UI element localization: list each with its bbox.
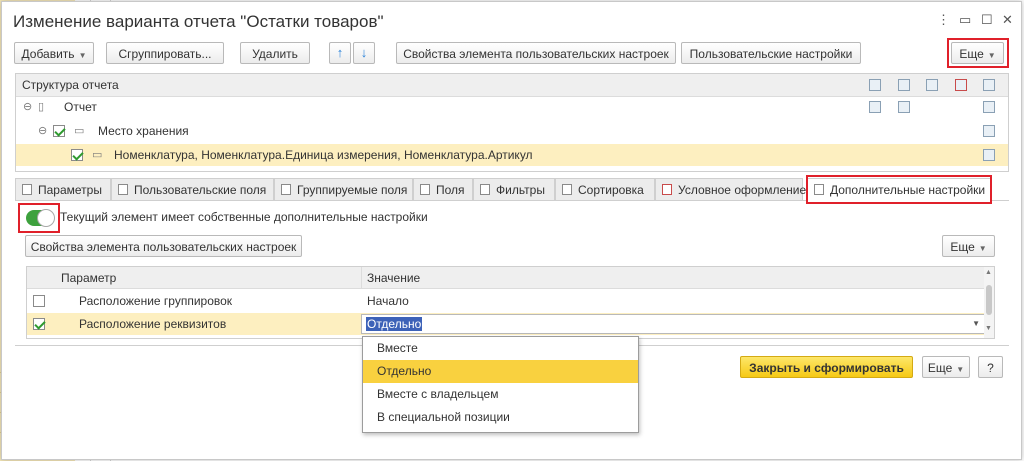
structure-panel: Структура отчета ⊖ ▯ Отчет ⊖ ▭ Место хра… <box>15 73 1009 172</box>
settings-icon <box>983 125 995 137</box>
user-fields-icon <box>118 184 128 195</box>
tree-row-label: Место хранения <box>98 124 189 138</box>
dropdown-option[interactable]: В специальной позиции <box>363 406 638 429</box>
tab-parameters[interactable]: Параметры <box>15 178 111 200</box>
highlight-frame <box>806 175 992 204</box>
grouping-icon: ▭ <box>74 125 85 137</box>
filter-icon <box>480 184 490 195</box>
structure-header: Структура отчета <box>16 74 1008 97</box>
dropdown-option-selected[interactable]: Отдельно <box>363 360 638 383</box>
tree-row-label: Отчет <box>64 100 97 114</box>
tree-row-selected[interactable]: ▭ Номенклатура, Номенклатура.Единица изм… <box>16 144 1008 166</box>
parameters-icon <box>22 184 32 195</box>
move-down-icon[interactable]: ↓ <box>353 42 375 64</box>
structure-header-label: Структура отчета <box>22 78 119 92</box>
params-table: Параметр Значение Расположение группиров… <box>26 266 995 339</box>
tab-fields[interactable]: Поля <box>413 178 473 200</box>
collapse-icon[interactable]: ⊖ <box>23 96 32 118</box>
highlight-frame <box>18 203 60 233</box>
param-value[interactable]: Начало <box>367 290 409 312</box>
row-checkbox[interactable] <box>53 125 65 137</box>
settings-icon <box>983 101 995 113</box>
scrollbar[interactable]: ▲ ▼ <box>984 267 994 338</box>
element-properties-button[interactable]: Свойства элемента пользовательских настр… <box>25 235 302 257</box>
close-icon[interactable]: ✕ <box>1002 12 1013 28</box>
add-button[interactable]: Добавить ▼ <box>14 42 94 64</box>
conditional-format-icon[interactable] <box>955 79 967 91</box>
selected-value: Отдельно <box>366 317 423 331</box>
chevron-down-icon[interactable]: ▼ <box>972 313 980 335</box>
tree-row-label: Номенклатура, Номенклатура.Единица измер… <box>114 148 533 162</box>
fields-icon <box>869 101 881 113</box>
conditional-format-icon <box>662 184 672 195</box>
filter-icon <box>898 101 910 113</box>
dropdown-option[interactable]: Вместе <box>363 337 638 360</box>
param-name: Расположение реквизитов <box>79 317 227 331</box>
row-checkbox[interactable] <box>33 295 45 307</box>
grouping-icon: ▭ <box>92 149 103 161</box>
dropdown-option[interactable]: Вместе с владельцем <box>363 383 638 406</box>
tree-row[interactable]: ⊖ ▭ Место хранения <box>16 120 1008 142</box>
scroll-thumb[interactable] <box>986 285 992 315</box>
value-select[interactable]: Отдельно ▼ <box>361 314 985 334</box>
more-button[interactable]: Еще ▼ <box>922 356 970 378</box>
row-checkbox[interactable] <box>33 318 45 330</box>
groupable-fields-icon <box>281 184 291 195</box>
table-header: Параметр Значение <box>27 267 994 289</box>
more-button[interactable]: Еще ▼ <box>942 235 995 257</box>
sort-icon[interactable] <box>926 79 938 91</box>
collapse-icon[interactable]: ⊖ <box>38 120 47 142</box>
menu-dots-icon[interactable]: ⋮ <box>937 12 950 28</box>
report-icon: ▯ <box>38 101 45 113</box>
tree-row[interactable]: ⊖ ▯ Отчет <box>16 96 1008 118</box>
sort-icon <box>562 184 572 195</box>
minimize-icon[interactable]: ▭ <box>959 12 971 28</box>
param-name: Расположение группировок <box>79 294 233 308</box>
row-checkbox[interactable] <box>71 149 83 161</box>
tab-filters[interactable]: Фильтры <box>473 178 555 200</box>
filter-icon[interactable] <box>898 79 910 91</box>
column-header: Параметр <box>61 271 117 285</box>
maximize-icon[interactable]: ☐ <box>981 12 993 28</box>
column-header: Значение <box>367 271 421 285</box>
table-row[interactable]: Расположение группировок Начало <box>27 290 994 312</box>
user-settings-button[interactable]: Пользовательские настройки <box>681 42 861 64</box>
settings-icon <box>983 149 995 161</box>
group-button[interactable]: Сгруппировать... <box>106 42 224 64</box>
move-up-icon[interactable]: ↑ <box>329 42 351 64</box>
settings-icon[interactable] <box>983 79 995 91</box>
table-row-selected[interactable]: Расположение реквизитов Отдельно ▼ <box>27 313 985 335</box>
own-settings-label: Текущий элемент имеет собственные дополн… <box>60 210 428 224</box>
value-dropdown: Вместе Отдельно Вместе с владельцем В сп… <box>362 336 639 433</box>
tab-groupable-fields[interactable]: Группируемые поля <box>274 178 413 200</box>
element-properties-button[interactable]: Свойства элемента пользовательских настр… <box>396 42 676 64</box>
fields-icon[interactable] <box>869 79 881 91</box>
tab-conditional-format[interactable]: Условное оформление <box>655 178 806 200</box>
close-and-generate-button[interactable]: Закрыть и сформировать <box>740 356 913 378</box>
scroll-down-icon[interactable]: ▼ <box>985 325 992 332</box>
fields-icon <box>420 184 430 195</box>
tab-sorting[interactable]: Сортировка <box>555 178 655 200</box>
delete-button[interactable]: Удалить <box>240 42 310 64</box>
tab-user-fields[interactable]: Пользовательские поля <box>111 178 274 200</box>
dialog-title: Изменение варианта отчета "Остатки товар… <box>13 12 384 31</box>
scroll-up-icon[interactable]: ▲ <box>985 269 992 276</box>
highlight-frame <box>947 38 1009 68</box>
help-button[interactable]: ? <box>978 356 1003 378</box>
